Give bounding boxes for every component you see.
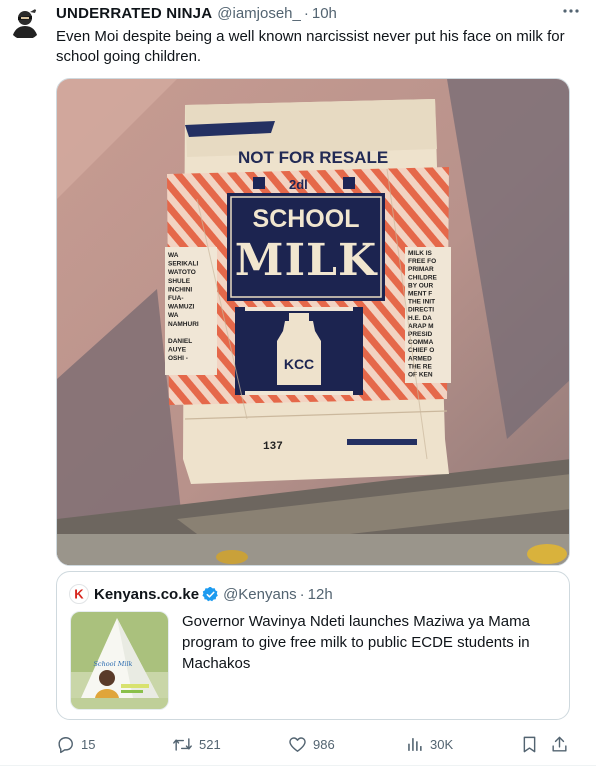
share-button[interactable] bbox=[550, 733, 575, 755]
packet-number: 137 bbox=[263, 441, 283, 453]
left-panel-line: OSHI - bbox=[168, 355, 188, 362]
milk-carton-thumbnail: School Milk bbox=[71, 612, 168, 709]
author-avatar[interactable] bbox=[8, 6, 42, 40]
heart-icon bbox=[289, 736, 306, 752]
svg-text:K: K bbox=[74, 587, 84, 601]
quote-thumbnail[interactable]: School Milk bbox=[70, 611, 169, 710]
ninja-avatar-icon bbox=[8, 6, 42, 40]
quote-header: K Kenyans.co.ke @Kenyans · 12h bbox=[69, 584, 333, 604]
kenyans-logo-icon[interactable]: K bbox=[69, 584, 89, 604]
retweet-button[interactable]: 521 bbox=[172, 733, 221, 755]
quote-separator: · bbox=[299, 585, 305, 603]
right-panel-line: PRIMAR bbox=[408, 266, 434, 273]
left-panel-line: WA bbox=[168, 252, 179, 259]
milk-packet-photo: NOT FOR RESALE WA SERIKALIWATOTO SHULEINCH… bbox=[57, 79, 569, 565]
left-panel-line: NAMHURI bbox=[168, 321, 199, 328]
quote-author-handle[interactable]: @Kenyans bbox=[223, 586, 297, 603]
tweet-header: UNDERRATED NINJA @iamjoseh_ · 10h bbox=[56, 4, 337, 22]
tweet-card[interactable]: UNDERRATED NINJA @iamjoseh_ · 10h Even M… bbox=[0, 0, 596, 768]
right-panel-line: THE RE bbox=[408, 363, 433, 370]
views-chart-icon bbox=[408, 737, 422, 751]
milk-label: MILK bbox=[235, 235, 378, 286]
author-display-name[interactable]: UNDERRATED NINJA bbox=[56, 5, 212, 22]
left-panel-line: DANIEL bbox=[168, 338, 192, 345]
bookmark-button[interactable] bbox=[520, 733, 545, 755]
left-panel-line: WATOTO bbox=[168, 269, 196, 276]
verified-badge-icon bbox=[202, 586, 219, 603]
left-panel-line: FUA- bbox=[168, 295, 184, 302]
like-count: 986 bbox=[313, 736, 335, 752]
school-label: SCHOOL bbox=[253, 205, 360, 233]
left-panel-line: SHULE bbox=[168, 278, 191, 285]
action-bar: 15 521 986 30K bbox=[56, 733, 576, 755]
right-panel-line: DIRECTI bbox=[408, 307, 434, 314]
right-panel-line: COMMA bbox=[408, 339, 434, 346]
quote-text: Governor Wavinya Ndeti launches Maziwa y… bbox=[182, 613, 530, 672]
right-panel-line: CHILDRE bbox=[408, 274, 438, 281]
views-count: 30K bbox=[430, 736, 454, 752]
right-panel-line: THE INIT bbox=[408, 299, 435, 306]
left-panel-line: SERIKALI bbox=[168, 261, 199, 268]
quoted-tweet[interactable]: K Kenyans.co.ke @Kenyans · 12h School Mi… bbox=[56, 571, 570, 720]
quote-timestamp[interactable]: 12h bbox=[308, 586, 333, 603]
left-panel-line: WAMUZI bbox=[168, 304, 195, 311]
more-options-button[interactable] bbox=[562, 2, 580, 25]
retweet-count: 521 bbox=[199, 736, 221, 752]
header-separator: · bbox=[303, 4, 309, 22]
retweet-icon bbox=[173, 737, 192, 751]
brand-label: KCC bbox=[284, 356, 314, 372]
right-panel-line: FREE FO bbox=[408, 258, 436, 265]
not-for-resale-text: NOT FOR RESALE bbox=[238, 148, 388, 167]
right-panel-line: MILK IS bbox=[408, 250, 432, 257]
like-button[interactable]: 986 bbox=[288, 733, 335, 755]
left-panel-line: AUYE bbox=[168, 347, 187, 354]
thumb-text: School Milk bbox=[93, 660, 132, 668]
volume-label: 2dl bbox=[289, 177, 308, 192]
left-panel-line: INCHINI bbox=[168, 286, 192, 293]
right-panel-line: H.E. DA bbox=[408, 315, 432, 322]
more-icon bbox=[563, 9, 579, 13]
divider bbox=[0, 765, 596, 766]
right-panel-line: PRESID bbox=[408, 331, 433, 338]
right-panel-line: ARAP M bbox=[408, 323, 434, 330]
bookmark-icon bbox=[523, 736, 536, 752]
tweet-timestamp[interactable]: 10h bbox=[312, 5, 337, 22]
reply-button[interactable]: 15 bbox=[56, 733, 95, 755]
tweet-photo[interactable]: NOT FOR RESALE WA SERIKALI WATOTO SHULE INCH… bbox=[56, 78, 570, 566]
right-panel-line: MENT F bbox=[408, 291, 432, 298]
author-handle[interactable]: @iamjoseh_ bbox=[217, 5, 301, 22]
tweet-text: Even Moi despite being a well known narc… bbox=[56, 28, 565, 65]
right-panel-line: ARMED bbox=[408, 355, 432, 362]
views-button[interactable]: 30K bbox=[405, 733, 453, 755]
quote-author-name[interactable]: Kenyans.co.ke bbox=[94, 586, 199, 603]
left-panel-line: WA bbox=[168, 312, 179, 319]
right-panel-line: OF KEN bbox=[408, 372, 433, 379]
reply-icon bbox=[58, 736, 73, 753]
reply-count: 15 bbox=[81, 736, 96, 752]
right-panel-line: BY OUR bbox=[408, 282, 433, 289]
share-icon bbox=[552, 736, 567, 752]
